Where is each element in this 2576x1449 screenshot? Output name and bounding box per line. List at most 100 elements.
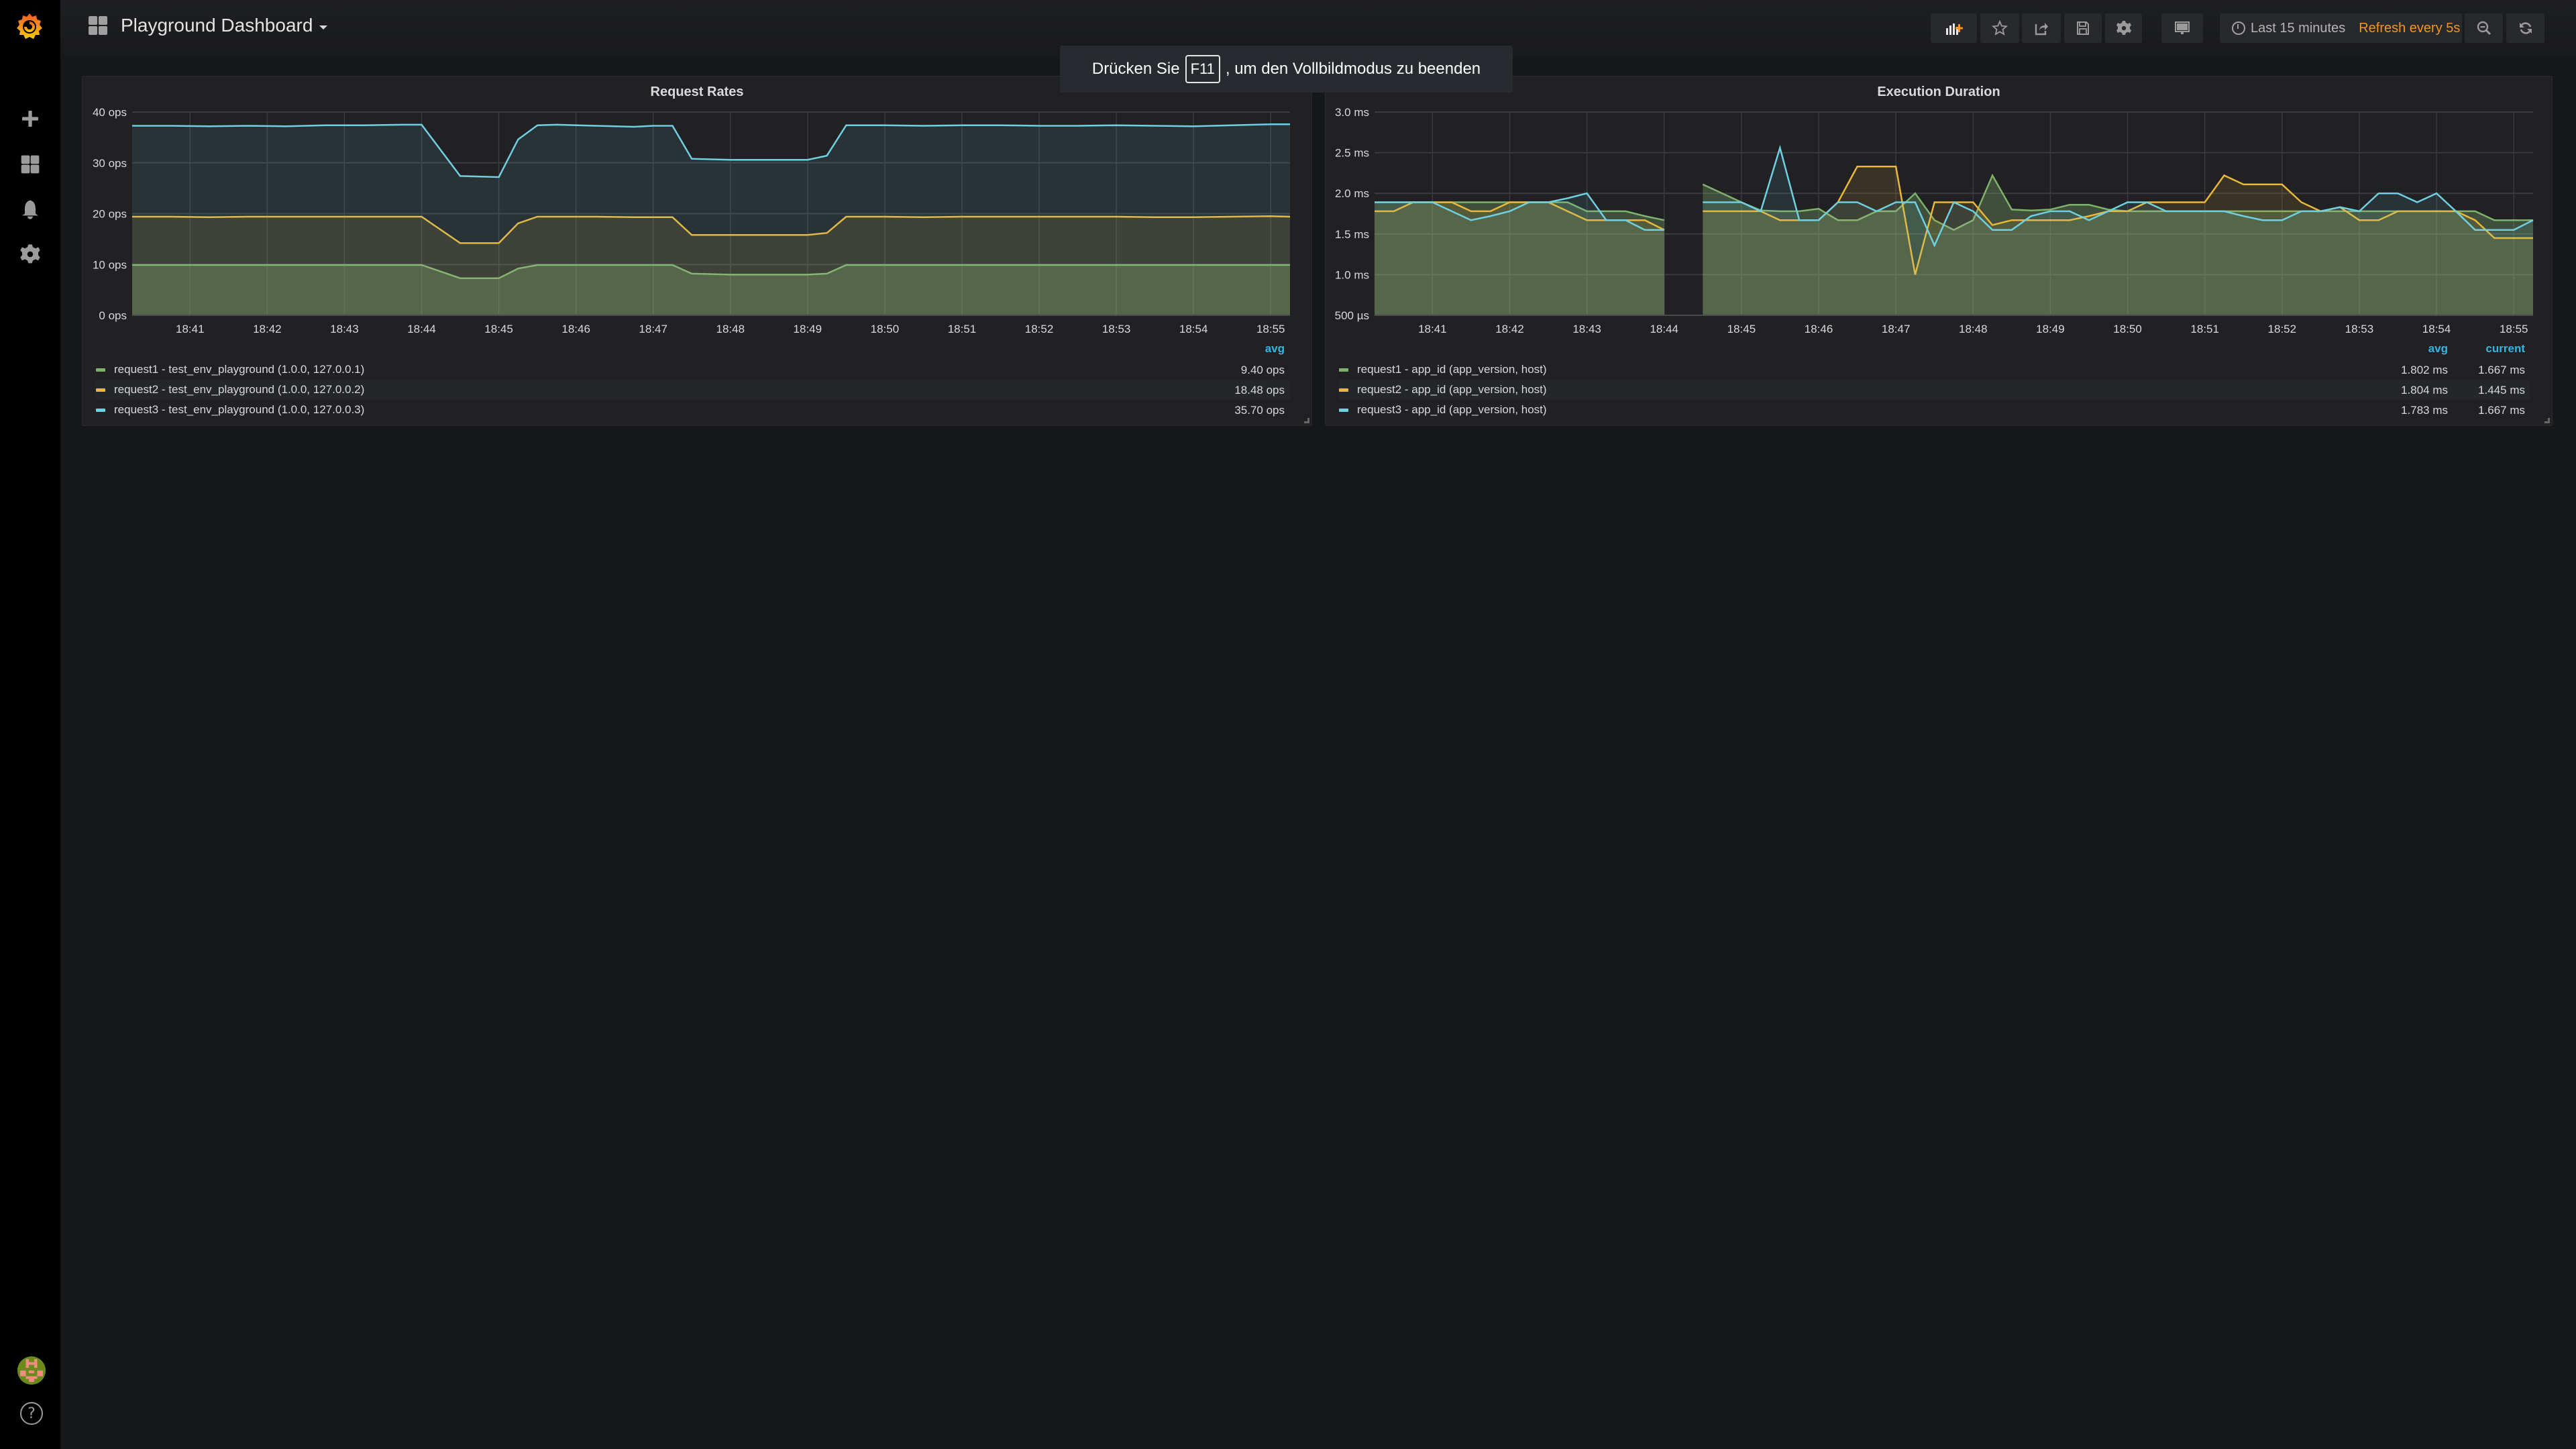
clock-icon (2232, 21, 2245, 35)
x-tick-label: 18:46 (561, 323, 590, 335)
x-tick-label: 18:49 (2036, 323, 2065, 335)
x-tick-label: 18:54 (2422, 323, 2451, 335)
y-tick-label: 30 ops (93, 157, 127, 170)
dashboard-picker[interactable]: Playground Dashboard (89, 15, 328, 36)
x-tick-label: 18:48 (716, 323, 745, 335)
series-area (1703, 148, 2533, 315)
gear-icon[interactable] (19, 243, 42, 266)
series-color-swatch[interactable] (96, 388, 105, 392)
series-color-swatch[interactable] (1339, 388, 1348, 392)
legend-label: request3 - test_env_playground (1.0.0, 1… (114, 403, 365, 416)
star-button[interactable] (1980, 13, 2019, 43)
series-color-swatch[interactable] (96, 368, 105, 372)
fullscreen-exit-hint: Drücken Sie F11 , um den Vollbildmodus z… (1060, 46, 1513, 93)
x-tick-label: 18:41 (1418, 323, 1447, 335)
legend-avg-value: 1.802 ms (2401, 364, 2448, 376)
legend-avg-value: 9.40 ops (1240, 364, 1285, 376)
y-tick-label: 2.0 ms (1335, 187, 1369, 200)
plus-icon[interactable] (19, 107, 42, 130)
panel-execution-duration[interactable]: Execution Duration 500 µs 1.0 ms 1.5 ms 2.0… (1325, 76, 2553, 426)
zoom-out-button[interactable] (2465, 13, 2503, 43)
legend-header-avg[interactable]: avg (2428, 342, 2448, 356)
x-tick-label: 18:50 (871, 323, 900, 335)
monitor-icon (2175, 21, 2190, 34)
x-tick-label: 18:53 (1102, 323, 1131, 335)
legend-current-value: 1.445 ms (2478, 384, 2525, 396)
add-panel-button[interactable] (1931, 13, 1977, 43)
banner-prefix: Drücken Sie (1091, 60, 1180, 78)
legend-header-avg[interactable]: avg (1265, 342, 1285, 356)
legend-avg-value: 18.48 ops (1234, 384, 1285, 396)
panel-resize-handle[interactable] (2544, 418, 2550, 423)
y-tick-label: 0 ops (99, 309, 127, 322)
time-range-picker[interactable]: Last 15 minutes Refresh every 5s (2220, 13, 2462, 43)
settings-button[interactable] (2105, 13, 2142, 43)
tv-mode-button[interactable] (2161, 13, 2203, 43)
panel-request-rates[interactable]: Request Rates 0 ops 10 ops 20 ops 30 ops 40 … (82, 76, 1312, 426)
legend-avg-value: 1.783 ms (2401, 404, 2448, 417)
panel-resize-handle[interactable] (1304, 418, 1309, 423)
refresh-button[interactable] (2506, 13, 2544, 43)
x-tick-label: 18:42 (253, 323, 282, 335)
legend-item[interactable]: request1 - app_id (app_version, host) (1339, 360, 2530, 380)
y-tick-label: 20 ops (93, 208, 127, 221)
legend-avg-value: 1.804 ms (2401, 384, 2448, 396)
x-tick-label: 18:51 (2190, 323, 2219, 335)
gear-icon (2116, 21, 2131, 35)
x-tick-label: 18:51 (948, 323, 977, 335)
y-tick-label: 10 ops (93, 258, 127, 271)
legend-item[interactable]: request3 - app_id (app_version, host) (1339, 400, 2530, 420)
series-color-swatch[interactable] (1339, 368, 1348, 372)
y-tick-label: 2.5 ms (1335, 147, 1369, 160)
series-3 (132, 123, 1290, 315)
y-tick-label: 1.5 ms (1335, 228, 1369, 241)
y-tick-label: 3.0 ms (1335, 106, 1369, 119)
series-color-swatch[interactable] (1339, 408, 1348, 412)
x-tick-label: 18:49 (794, 323, 822, 335)
save-icon (2077, 21, 2089, 35)
legend-item[interactable]: request3 - test_env_playground (1.0.0, 1… (96, 400, 1290, 420)
banner-key: F11 (1185, 55, 1220, 83)
grafana-logo[interactable] (15, 11, 44, 41)
legend-label: request3 - app_id (app_version, host) (1357, 403, 1547, 416)
x-tick-label: 18:47 (639, 323, 667, 335)
refresh-icon (2519, 22, 2532, 34)
legend-item[interactable]: request2 - app_id (app_version, host) (1339, 380, 2530, 400)
request-rates-chart: 0 ops 10 ops 20 ops 30 ops 40 ops 18:41 18:42 1… (93, 106, 1291, 335)
legend-label: request2 - test_env_playground (1.0.0, 1… (114, 383, 365, 396)
dashboards-icon (89, 16, 107, 35)
x-tick-label: 18:43 (330, 323, 359, 335)
user-avatar[interactable] (17, 1356, 46, 1385)
x-tick-label: 18:47 (1882, 323, 1911, 335)
series-color-swatch[interactable] (96, 408, 105, 412)
x-tick-label: 18:52 (1025, 323, 1054, 335)
add-panel-icon (1945, 23, 1963, 35)
series-area (132, 124, 1290, 315)
legend-current-value: 1.667 ms (2478, 404, 2525, 417)
help-icon[interactable]: ? (20, 1402, 43, 1425)
x-tick-label: 18:53 (2345, 323, 2374, 335)
x-tick-label: 18:44 (407, 323, 436, 335)
x-tick-label: 18:43 (1572, 323, 1601, 335)
caret-down-icon (319, 25, 328, 30)
y-tick-label: 500 µs (1335, 309, 1369, 322)
x-tick-label: 18:45 (1727, 323, 1756, 335)
x-tick-label: 18:50 (2113, 323, 2142, 335)
refresh-interval-label: Refresh every 5s (2359, 20, 2461, 36)
bell-icon[interactable] (19, 198, 42, 221)
legend-item[interactable]: request1 - test_env_playground (1.0.0, 1… (96, 360, 1290, 380)
x-tick-label: 18:46 (1805, 323, 1833, 335)
share-button[interactable] (2022, 13, 2061, 43)
save-button[interactable] (2064, 13, 2102, 43)
legend-item[interactable]: request2 - test_env_playground (1.0.0, 1… (96, 380, 1290, 400)
legend-label: request2 - app_id (app_version, host) (1357, 383, 1547, 396)
x-tick-label: 18:45 (484, 323, 513, 335)
dashboards-icon[interactable] (19, 153, 42, 176)
star-icon (1992, 20, 2008, 36)
legend-header-current[interactable]: current (2485, 342, 2525, 356)
x-tick-label: 18:55 (2500, 323, 2528, 335)
y-tick-label: 1.0 ms (1335, 268, 1369, 281)
legend-label: request1 - test_env_playground (1.0.0, 1… (114, 363, 365, 376)
x-tick-label: 18:48 (1959, 323, 1988, 335)
sidebar: ? (0, 0, 60, 1449)
